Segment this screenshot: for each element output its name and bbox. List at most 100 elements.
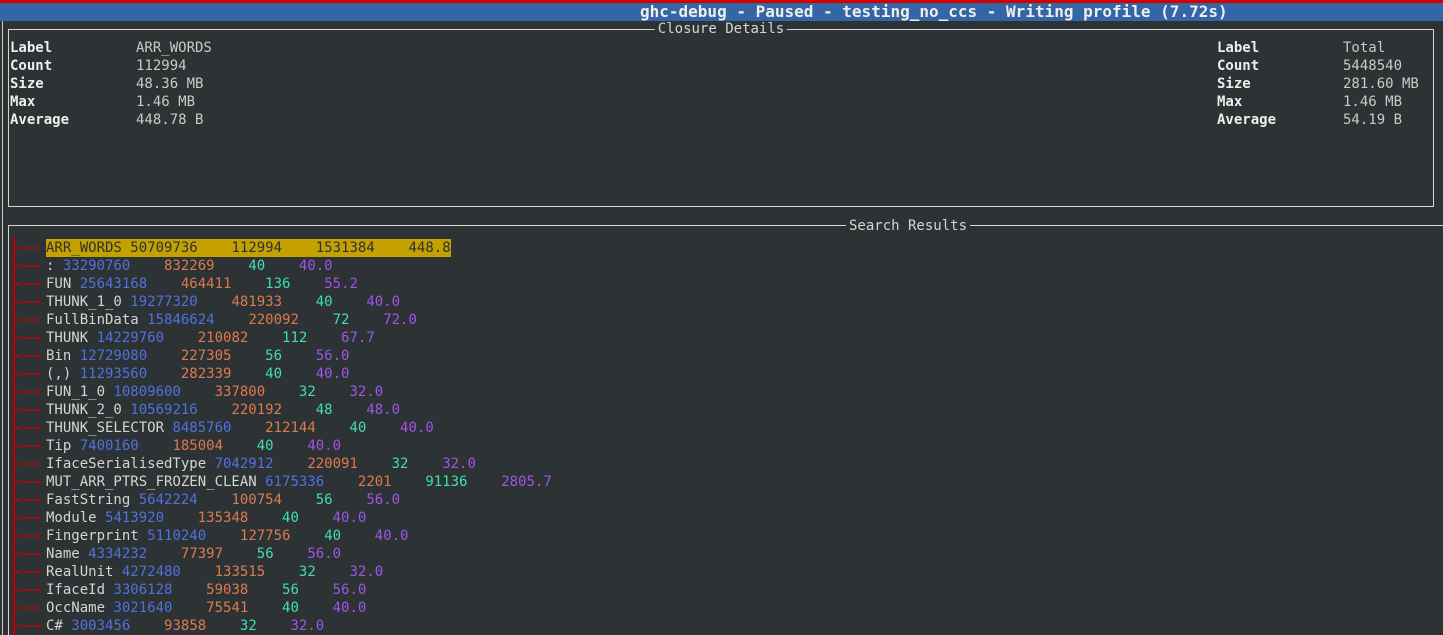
search-result-row[interactable]: IfaceSerialisedType 7042912 220091 32 32… bbox=[0, 455, 1443, 473]
closure-size: 5413920 bbox=[105, 510, 164, 526]
search-result-row[interactable]: RealUnit 4272480 133515 32 32.0 bbox=[0, 563, 1443, 581]
gap bbox=[223, 546, 257, 562]
closure-size: 33290760 bbox=[63, 258, 130, 274]
search-result-row[interactable]: THUNK_1_0 19277320 481933 40 40.0 bbox=[0, 293, 1443, 311]
gap bbox=[349, 312, 383, 328]
gap bbox=[181, 564, 215, 580]
terminal-screen: ghc-debug - Paused - testing_no_ccs - Wr… bbox=[0, 0, 1443, 635]
gap bbox=[290, 276, 324, 292]
search-result-row[interactable]: FUN 25643168 464411 136 55.2 bbox=[0, 275, 1443, 293]
closure-size: 3003456 bbox=[71, 618, 130, 634]
closure-name: (,) bbox=[46, 366, 80, 382]
search-result-row[interactable]: Bin 12729080 227305 56 56.0 bbox=[0, 347, 1443, 365]
gap bbox=[375, 240, 409, 256]
closure-name: : bbox=[46, 258, 63, 274]
search-result-row[interactable]: : 33290760 832269 40 40.0 bbox=[0, 257, 1443, 275]
closure-details-total-values: Total5448540281.60 MB1.46 MB54.19 B bbox=[1343, 39, 1419, 129]
gap bbox=[231, 348, 265, 364]
gap bbox=[282, 366, 316, 382]
closure-size: 3021640 bbox=[113, 600, 172, 616]
search-result-row[interactable]: THUNK 14229760 210082 112 67.7 bbox=[0, 329, 1443, 347]
closure-max: 40 bbox=[316, 294, 333, 310]
gap bbox=[282, 294, 316, 310]
gap bbox=[223, 438, 257, 454]
closure-max: 56 bbox=[316, 492, 333, 508]
closure-detail-value: 1.46 MB bbox=[136, 93, 212, 111]
closure-count: 100754 bbox=[231, 492, 282, 508]
search-result-row[interactable]: FullBinData 15846624 220092 72 72.0 bbox=[0, 311, 1443, 329]
closure-average: 448.8 bbox=[408, 240, 450, 256]
closure-name: IfaceSerialisedType bbox=[46, 456, 215, 472]
closure-size: 7400160 bbox=[80, 438, 139, 454]
closure-detail-label: Count bbox=[10, 57, 69, 75]
search-result-row[interactable]: Name 4334232 77397 56 56.0 bbox=[0, 545, 1443, 563]
closure-count: 112994 bbox=[231, 240, 282, 256]
tree-branch-icon bbox=[15, 265, 40, 267]
closure-size: 25643168 bbox=[80, 276, 147, 292]
gap bbox=[248, 330, 282, 346]
search-result-row[interactable]: FastString 5642224 100754 56 56.0 bbox=[0, 491, 1443, 509]
gap bbox=[282, 492, 316, 508]
closure-average: 56.0 bbox=[333, 582, 367, 598]
gap bbox=[265, 384, 299, 400]
closure-name: RealUnit bbox=[46, 564, 122, 580]
closure-average: 72.0 bbox=[383, 312, 417, 328]
search-result-row[interactable]: Module 5413920 135348 40 40.0 bbox=[0, 509, 1443, 527]
gap bbox=[231, 420, 265, 436]
closure-details-left-values: ARR_WORDS11299448.36 MB1.46 MB448.78 B bbox=[136, 39, 212, 129]
closure-name: THUNK_SELECTOR bbox=[46, 420, 172, 436]
closure-size: 5642224 bbox=[139, 492, 198, 508]
closure-detail-value: 448.78 B bbox=[136, 111, 212, 129]
closure-average: 56.0 bbox=[316, 348, 350, 364]
search-result-row[interactable]: C# 3003456 93858 32 32.0 bbox=[0, 617, 1443, 635]
search-results-panel-border-top bbox=[8, 225, 1443, 226]
closure-details-left-labels: LabelCountSizeMaxAverage bbox=[10, 39, 69, 129]
closure-max: 56 bbox=[265, 348, 282, 364]
closure-name: FUN_1_0 bbox=[46, 384, 113, 400]
search-result-row[interactable]: FUN_1_0 10809600 337800 32 32.0 bbox=[0, 383, 1443, 401]
tree-branch-icon bbox=[15, 517, 40, 519]
closure-max: 40 bbox=[349, 420, 366, 436]
search-result-row[interactable]: (,) 11293560 282339 40 40.0 bbox=[0, 365, 1443, 383]
search-result-text: Fingerprint 5110240 127756 40 40.0 bbox=[46, 527, 408, 545]
search-result-row[interactable]: Tip 7400160 185004 40 40.0 bbox=[0, 437, 1443, 455]
search-result-row[interactable]: ARR_WORDS 50709736 112994 1531384 448.8 bbox=[0, 239, 1443, 257]
search-result-row[interactable]: THUNK_2_0 10569216 220192 48 48.0 bbox=[0, 401, 1443, 419]
closure-detail-label: Size bbox=[10, 75, 69, 93]
closure-detail-label: Size bbox=[1217, 75, 1276, 93]
closure-average: 32.0 bbox=[442, 456, 476, 472]
search-result-text: C# 3003456 93858 32 32.0 bbox=[46, 617, 324, 635]
gap bbox=[257, 618, 291, 634]
closure-average: 32.0 bbox=[290, 618, 324, 634]
closure-average: 40.0 bbox=[307, 438, 341, 454]
tree-branch-icon bbox=[15, 481, 40, 483]
search-result-row[interactable]: THUNK_SELECTOR 8485760 212144 40 40.0 bbox=[0, 419, 1443, 437]
search-result-text: : 33290760 832269 40 40.0 bbox=[46, 257, 333, 275]
closure-size: 12729080 bbox=[80, 348, 147, 364]
gap bbox=[316, 564, 350, 580]
search-result-row[interactable]: MUT_ARR_PTRS_FROZEN_CLEAN 6175336 2201 9… bbox=[0, 473, 1443, 491]
search-result-row[interactable]: OccName 3021640 75541 40 40.0 bbox=[0, 599, 1443, 617]
closure-max: 112 bbox=[282, 330, 307, 346]
closure-max: 136 bbox=[265, 276, 290, 292]
search-result-row[interactable]: IfaceId 3306128 59038 56 56.0 bbox=[0, 581, 1443, 599]
closure-name: MUT_ARR_PTRS_FROZEN_CLEAN bbox=[46, 474, 265, 490]
closure-max: 32 bbox=[240, 618, 257, 634]
closure-average: 40.0 bbox=[333, 510, 367, 526]
closure-name: THUNK bbox=[46, 330, 97, 346]
closure-detail-label: Max bbox=[1217, 93, 1276, 111]
gap bbox=[215, 312, 249, 328]
closure-size: 19277320 bbox=[130, 294, 197, 310]
tree-branch-icon bbox=[15, 535, 40, 537]
gap bbox=[215, 258, 249, 274]
gap bbox=[198, 402, 232, 418]
closure-name: Name bbox=[46, 546, 88, 562]
gap bbox=[147, 546, 181, 562]
gap bbox=[198, 492, 232, 508]
closure-detail-label: Max bbox=[10, 93, 69, 111]
search-result-row[interactable]: Fingerprint 5110240 127756 40 40.0 bbox=[0, 527, 1443, 545]
closure-details-panel-title: Closure Details bbox=[655, 22, 787, 37]
closure-name: ARR_WORDS bbox=[46, 240, 130, 256]
gap bbox=[147, 276, 181, 292]
gap bbox=[366, 420, 400, 436]
